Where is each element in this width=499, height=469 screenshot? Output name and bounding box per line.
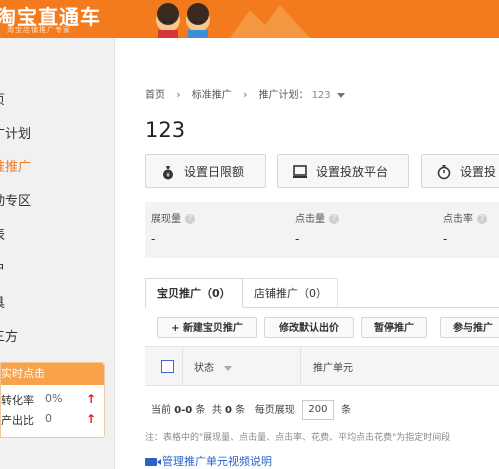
tab-item-promotion[interactable]: 宝贝推广（0）	[145, 278, 243, 308]
arrow-up-icon: ↑	[86, 412, 97, 426]
column-divider	[182, 347, 183, 385]
arrow-up-icon: ↑	[86, 392, 97, 406]
edit-default-bid-button[interactable]: 修改默认出价	[264, 317, 354, 338]
help-icon[interactable]: ?	[329, 214, 339, 224]
set-platform-button[interactable]: 设置投放平台	[277, 154, 409, 188]
table-header: 状态 推广单元	[145, 346, 499, 386]
chevron-right-icon: ›	[242, 88, 248, 101]
breadcrumb-section[interactable]: 标准推广	[192, 86, 232, 101]
stat-clicks: 点击量?	[295, 210, 339, 225]
stat-label: 点击量	[295, 214, 325, 225]
sidebar-item-home[interactable]: 页	[0, 89, 5, 108]
pager-unit: 条	[195, 405, 206, 416]
breadcrumb-plan-value[interactable]: 123	[312, 90, 331, 101]
button-label: 设置投	[460, 165, 497, 179]
realtime-row-roi: 产出比 0 ↑	[1, 412, 104, 428]
set-schedule-button[interactable]: 设置投	[421, 154, 499, 188]
svg-text:¥: ¥	[166, 172, 170, 179]
main-content: 首页 › 标准推广 › 推广计划： 123 123 ¥ 设置日限额 设置投放平台 …	[115, 38, 499, 469]
join-promotion-button[interactable]: 参与推广	[440, 317, 499, 338]
pager-current-prefix: 当前	[151, 405, 171, 416]
breadcrumb-plan-label: 推广计划：	[258, 90, 309, 101]
realtime-value: 0%	[45, 392, 63, 405]
per-page-input[interactable]: 200	[301, 400, 334, 420]
caret-down-icon[interactable]	[336, 92, 345, 98]
help-icon[interactable]: ?	[185, 214, 195, 224]
video-help-link[interactable]: 管理推广单元视频说明	[145, 453, 272, 469]
stopwatch-icon	[437, 165, 451, 180]
column-header-status[interactable]: 状态	[194, 359, 232, 374]
sidebar-item-tools[interactable]: 具	[0, 292, 5, 311]
pager-unit: 条	[341, 405, 352, 416]
set-daily-limit-button[interactable]: ¥ 设置日限额	[145, 154, 266, 188]
button-label: 设置日限额	[184, 165, 245, 179]
chevron-right-icon: ›	[176, 88, 181, 101]
pause-promotion-button[interactable]: 暂停推广	[361, 317, 427, 338]
help-icon[interactable]: ?	[477, 214, 487, 224]
sidebar-item-third-party[interactable]: 三方	[0, 326, 18, 345]
logo-subtitle: 淘宝店铺推广专家	[7, 26, 71, 34]
top-banner: 淘宝直通车 淘宝店铺推广专家	[0, 0, 499, 38]
pager-total-prefix: 共	[211, 405, 222, 416]
stat-ctr: 点击率?	[443, 210, 487, 225]
stat-label: 点击率	[443, 214, 473, 225]
table-note: 注：表格中的"展现量、点击量、点击率、花费、平均点击花费"为指定时间段	[145, 433, 451, 443]
pagination: 当前 0-0 条 共 0 条 每页展现 200 条	[151, 400, 351, 420]
video-camera-icon	[145, 458, 161, 466]
sidebar: 页 广计划 准推广 动专区 表 户 具 三方 实时点击 转化率 0% ↑ 产出比…	[0, 38, 115, 469]
sidebar-item-standard-promotion[interactable]: 准推广	[0, 156, 31, 175]
link-label: 管理推广单元视频说明	[162, 455, 272, 468]
stats-panel: 展现量? - 点击量? - 点击率? -	[145, 202, 499, 258]
button-label: 新建宝贝推广	[182, 323, 243, 334]
stat-value: -	[151, 232, 156, 246]
column-divider	[300, 347, 301, 385]
realtime-label: 产出比	[1, 414, 34, 427]
column-header-unit[interactable]: 推广单元	[313, 359, 353, 374]
computer-icon	[293, 165, 307, 178]
pager-per-page-label: 每页展现	[254, 405, 295, 416]
select-all-checkbox[interactable]	[161, 360, 174, 373]
realtime-click-title[interactable]: 实时点击	[1, 363, 104, 385]
button-label: 设置投放平台	[316, 165, 389, 179]
sidebar-item-account[interactable]: 户	[0, 258, 5, 277]
stat-label: 展现量	[151, 214, 181, 225]
sidebar-item-reports[interactable]: 表	[0, 224, 5, 243]
caret-down-icon[interactable]	[224, 365, 232, 371]
pager-current-range: 0-0	[174, 405, 193, 416]
banner-illustration	[156, 3, 310, 38]
stat-impressions: 展现量?	[151, 210, 195, 225]
realtime-row-conversion: 转化率 0% ↑	[1, 392, 104, 408]
breadcrumb: 首页 › 标准推广 › 推广计划： 123	[145, 86, 345, 101]
realtime-click-panel: 实时点击 转化率 0% ↑ 产出比 0 ↑	[0, 362, 105, 438]
column-label: 状态	[194, 363, 214, 374]
stat-value: -	[443, 232, 448, 246]
plus-icon: +	[171, 323, 183, 334]
sidebar-item-activity-zone[interactable]: 动专区	[0, 190, 31, 209]
money-bag-icon: ¥	[163, 166, 173, 180]
page-title: 123	[145, 118, 186, 142]
tab-shop-promotion[interactable]: 店铺推广（0）	[243, 278, 338, 308]
stat-value: -	[295, 232, 300, 246]
new-item-promotion-button[interactable]: + 新建宝贝推广	[157, 317, 257, 338]
pager-unit: 条	[235, 405, 246, 416]
breadcrumb-home[interactable]: 首页	[145, 86, 165, 101]
realtime-value: 0	[45, 412, 52, 425]
pager-total: 0	[225, 405, 232, 416]
sidebar-item-campaigns[interactable]: 广计划	[0, 123, 31, 142]
realtime-label: 转化率	[1, 394, 34, 407]
